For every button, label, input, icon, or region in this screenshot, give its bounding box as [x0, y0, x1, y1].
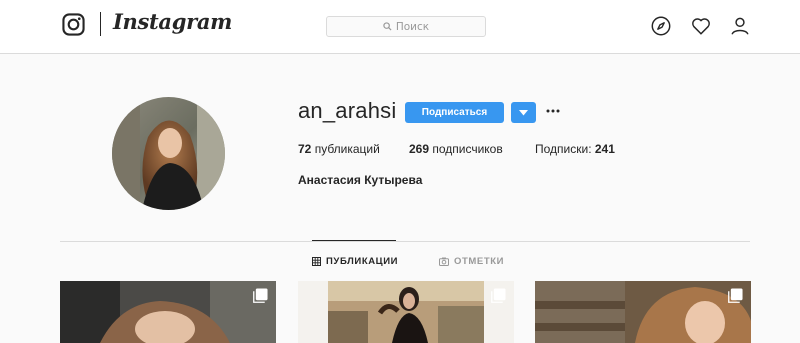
- grid-icon: [312, 257, 321, 266]
- tab-tagged[interactable]: ОТМЕТКИ: [439, 256, 504, 267]
- multiple-posts-icon: [728, 288, 743, 303]
- post-thumbnail[interactable]: [298, 281, 514, 343]
- active-tab-indicator: [312, 240, 396, 241]
- post-image: [535, 281, 751, 343]
- post-image: [60, 281, 276, 343]
- multiple-posts-icon: [253, 288, 268, 303]
- suggestions-dropdown-button[interactable]: [511, 102, 536, 123]
- heart-icon[interactable]: [690, 15, 712, 37]
- search-input[interactable]: Поиск: [326, 16, 486, 37]
- follow-button[interactable]: Подписаться: [405, 102, 504, 123]
- tab-posts[interactable]: ПУБЛИКАЦИИ: [312, 256, 398, 267]
- post-thumbnail[interactable]: [535, 281, 751, 343]
- user-icon[interactable]: [729, 15, 751, 37]
- posts-count-stat: 72 публикаций: [298, 142, 380, 156]
- logo-divider: [100, 12, 101, 36]
- instagram-logo-icon[interactable]: [62, 13, 85, 36]
- following-stat[interactable]: Подписки: 241: [535, 142, 615, 156]
- tag-camera-icon: [439, 257, 449, 266]
- post-thumbnail[interactable]: [60, 281, 276, 343]
- profile-username: an_arahsi: [298, 98, 397, 123]
- multiple-posts-icon: [491, 288, 506, 303]
- posts-count: 72: [298, 142, 312, 156]
- tab-posts-label: ПУБЛИКАЦИИ: [326, 256, 399, 267]
- followers-label: подписчиков: [429, 142, 503, 156]
- search-placeholder: Поиск: [395, 20, 430, 33]
- more-dots-icon: [546, 109, 560, 113]
- caret-down-icon: [519, 109, 528, 115]
- followers-count: 269: [409, 142, 430, 156]
- compass-icon[interactable]: [650, 15, 672, 37]
- profile-full-name: Анастасия Кутырева: [298, 173, 423, 187]
- tabs-divider: [60, 241, 750, 242]
- posts-label: публикаций: [311, 142, 380, 156]
- search-icon: [383, 22, 392, 31]
- instagram-wordmark[interactable]: Instagram: [113, 9, 232, 34]
- following-count: 241: [594, 142, 615, 156]
- tab-tagged-label: ОТМЕТКИ: [454, 256, 505, 267]
- post-image: [298, 281, 514, 343]
- top-navigation-bar: Instagram Поиск: [0, 0, 800, 54]
- more-options-button[interactable]: [544, 100, 562, 122]
- followers-stat[interactable]: 269 подписчиков: [409, 142, 503, 156]
- following-label: Подписки:: [535, 142, 595, 156]
- profile-avatar[interactable]: [112, 97, 225, 210]
